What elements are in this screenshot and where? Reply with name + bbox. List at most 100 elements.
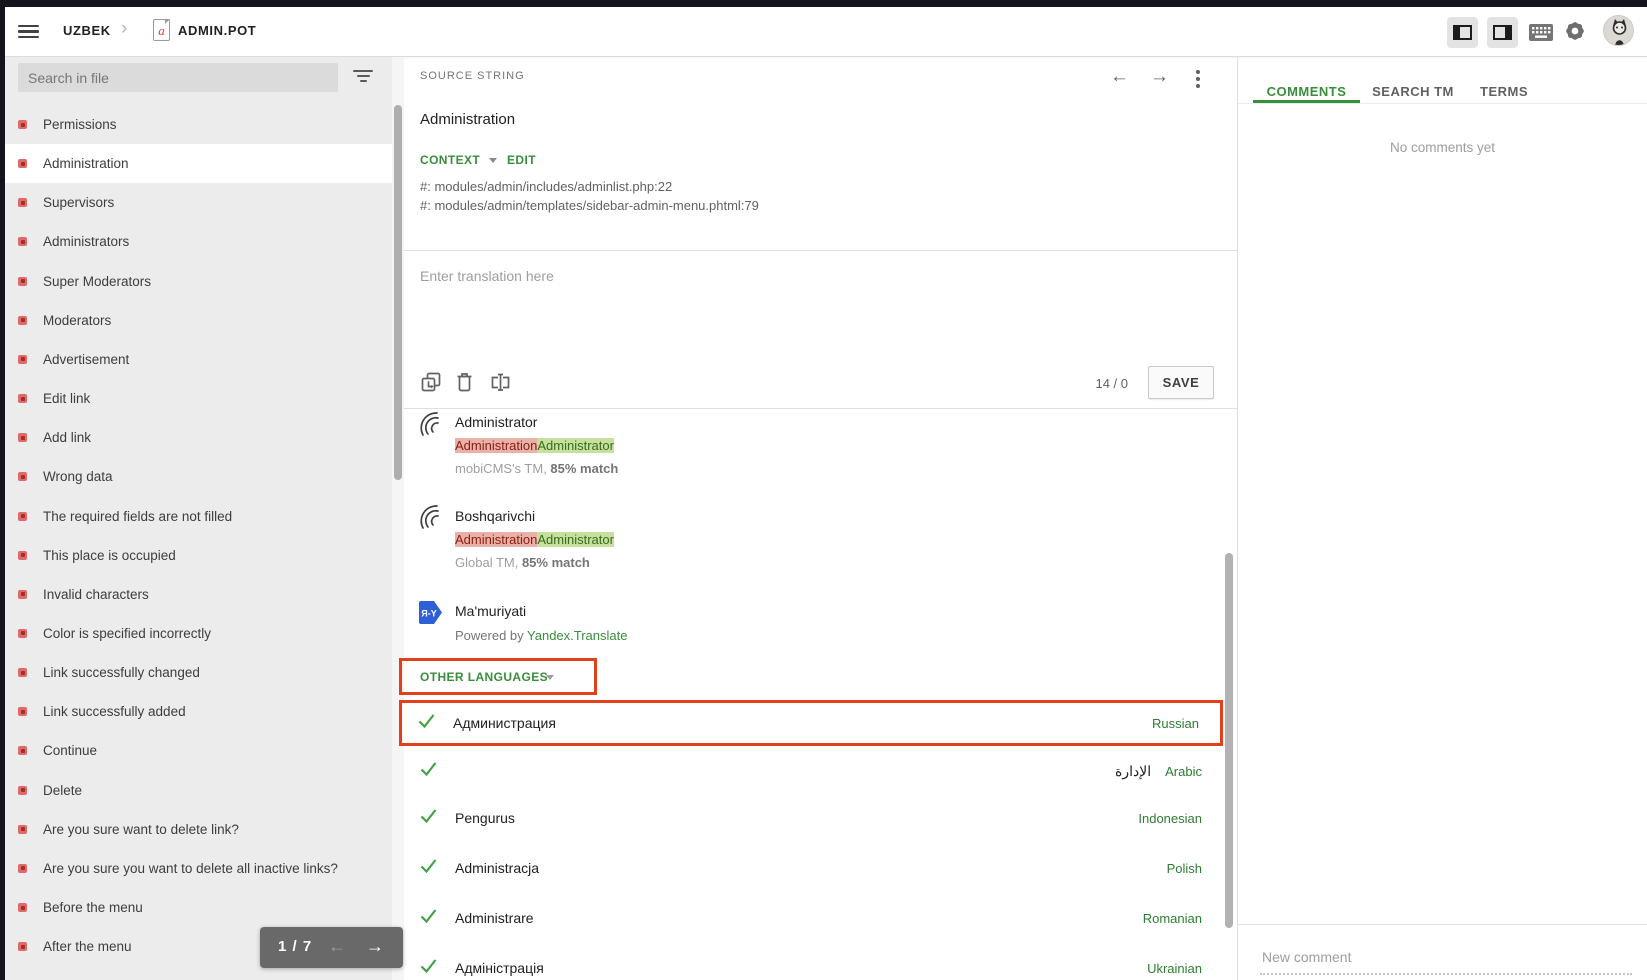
sidebar-item[interactable]: Moderators xyxy=(5,301,392,340)
untranslated-bullet-icon xyxy=(18,316,27,325)
sidebar-item-label: Before the menu xyxy=(43,900,143,915)
copy-source-icon[interactable] xyxy=(421,372,441,397)
source-string-text: Administration xyxy=(420,111,515,128)
edit-context-button[interactable]: EDIT xyxy=(507,153,536,167)
sidebar-item[interactable]: Advertisement xyxy=(5,340,392,379)
match-percent: 85% match xyxy=(550,461,618,476)
sidebar-item[interactable]: Supervisors xyxy=(5,183,392,222)
sidebar-item-label: Wrong data xyxy=(43,469,113,484)
tab-comments[interactable]: COMMENTS xyxy=(1253,84,1360,99)
sidebar-item-label: Administration xyxy=(43,156,129,171)
language-row[interactable]: AdministrareRomanian xyxy=(404,895,1223,941)
save-button[interactable]: SAVE xyxy=(1148,366,1214,399)
untranslated-bullet-icon xyxy=(18,512,27,521)
sidebar-item[interactable]: Color is specified incorrectly xyxy=(5,614,392,653)
user-avatar[interactable] xyxy=(1603,15,1634,46)
sidebar-item[interactable]: Are you sure want to delete link? xyxy=(5,810,392,849)
sidebar-item[interactable]: Wrong data xyxy=(5,457,392,496)
sidebar-scrollbar-thumb[interactable] xyxy=(394,105,402,480)
sidebar-item[interactable]: At the top of the page xyxy=(5,966,392,980)
editor-divider xyxy=(404,250,1237,251)
tab-terms[interactable]: TERMS xyxy=(1472,84,1536,99)
untranslated-bullet-icon xyxy=(18,433,27,442)
context-dropdown-icon[interactable] xyxy=(489,158,497,163)
keyboard-shortcuts-icon[interactable] xyxy=(1529,24,1553,46)
source-string-label: SOURCE STRING xyxy=(420,70,525,82)
sidebar-item[interactable]: Administrators xyxy=(5,222,392,261)
sidebar-item-label: Moderators xyxy=(43,313,111,328)
sidebar-item[interactable]: Link successfully changed xyxy=(5,653,392,692)
language-label: Indonesian xyxy=(1138,811,1202,826)
context-line: #: modules/admin/includes/adminlist.php:… xyxy=(420,179,672,194)
language-row[interactable]: الإدارةArabic xyxy=(404,748,1223,794)
approved-check-icon xyxy=(420,808,437,829)
toggle-left-panel-button[interactable] xyxy=(1447,17,1478,48)
sidebar-item[interactable]: The required fields are not filled xyxy=(5,497,392,536)
diff-removed: Administration xyxy=(455,532,537,547)
breadcrumb-project[interactable]: UZBEK xyxy=(63,23,111,38)
breadcrumb-chevron-icon: › xyxy=(121,18,127,40)
suggestions-scrollbar-thumb[interactable] xyxy=(1225,553,1233,928)
prev-page-arrow[interactable]: ← xyxy=(328,936,346,957)
untranslated-bullet-icon xyxy=(18,629,27,638)
language-row[interactable]: АдминистрацияRussian xyxy=(399,700,1223,746)
next-page-arrow[interactable]: → xyxy=(366,936,384,957)
diff-added: Administrator xyxy=(537,532,614,547)
tm-diff[interactable]: AdministrationAdministrator xyxy=(455,530,614,549)
sidebar-item[interactable]: Link successfully added xyxy=(5,692,392,731)
sidebar-item-label: Permissions xyxy=(43,117,117,132)
sidebar-item[interactable]: Invalid characters xyxy=(5,575,392,614)
filter-icon[interactable] xyxy=(352,70,374,83)
sidebar-item-label: Advertisement xyxy=(43,352,129,367)
sidebar-item-label: Super Moderators xyxy=(43,274,151,289)
menu-icon[interactable] xyxy=(18,25,39,38)
sidebar-item-label: The required fields are not filled xyxy=(43,509,232,524)
sidebar-item[interactable]: Are you sure you want to delete all inac… xyxy=(5,849,392,888)
clear-field-icon[interactable] xyxy=(490,372,511,397)
panel-left-icon xyxy=(1453,25,1472,40)
previous-string-arrow[interactable]: ← xyxy=(1110,66,1129,88)
toggle-right-panel-button[interactable] xyxy=(1487,17,1518,48)
sidebar-item[interactable]: Edit link xyxy=(5,379,392,418)
sidebar-item[interactable]: Administration xyxy=(5,144,392,183)
translation-text: Адміністрація xyxy=(455,960,1147,976)
sidebar-item-label: Supervisors xyxy=(43,195,114,210)
language-row[interactable]: АдміністраціяUkrainian xyxy=(404,945,1223,980)
tab-search-tm[interactable]: SEARCH TM xyxy=(1366,84,1460,99)
sidebar-item[interactable]: Super Moderators xyxy=(5,262,392,301)
next-string-arrow[interactable]: → xyxy=(1150,66,1169,88)
settings-gear-icon[interactable] xyxy=(1564,20,1586,47)
sidebar-item-label: Are you sure want to delete link? xyxy=(43,822,239,837)
svg-text:Я-Y: Я-Y xyxy=(421,609,436,619)
more-options-icon[interactable] xyxy=(1196,70,1200,91)
language-row[interactable]: PengurusIndonesian xyxy=(404,795,1223,841)
tm-diff[interactable]: AdministrationAdministrator xyxy=(455,436,614,455)
mt-suggestion-title[interactable]: Ma'muriyati xyxy=(455,603,526,619)
tm-suggestion-title[interactable]: Administrator xyxy=(455,414,537,430)
sidebar-item[interactable]: Continue xyxy=(5,731,392,770)
diff-removed: Administration xyxy=(455,438,537,453)
sidebar-item[interactable]: Permissions xyxy=(5,105,392,144)
delete-translation-icon[interactable] xyxy=(456,372,473,397)
sidebar-item[interactable]: Add link xyxy=(5,418,392,457)
search-input[interactable] xyxy=(18,63,338,92)
mt-provider-info: Powered by Yandex.Translate xyxy=(455,628,627,643)
new-comment-input[interactable] xyxy=(1260,941,1632,975)
sidebar-item-label: Continue xyxy=(43,743,97,758)
other-languages-toggle[interactable]: OTHER LANGUAGES xyxy=(420,670,548,684)
sidebar-item[interactable]: Delete xyxy=(5,771,392,810)
sidebar-item[interactable]: Before the menu xyxy=(5,888,392,927)
sidebar-item[interactable]: This place is occupied xyxy=(5,536,392,575)
untranslated-bullet-icon xyxy=(18,159,27,168)
untranslated-bullet-icon xyxy=(18,198,27,207)
approved-check-icon xyxy=(420,761,437,782)
context-toggle[interactable]: CONTEXT xyxy=(420,153,480,167)
yandex-translate-link[interactable]: Yandex.Translate xyxy=(527,628,627,643)
language-row[interactable]: AdministracjaPolish xyxy=(404,845,1223,891)
untranslated-bullet-icon xyxy=(18,864,27,873)
active-tab-underline xyxy=(1253,100,1360,103)
language-label: Romanian xyxy=(1143,911,1202,926)
translation-textarea[interactable] xyxy=(420,268,1160,358)
diff-added: Administrator xyxy=(537,438,614,453)
tm-suggestion-title[interactable]: Boshqarivchi xyxy=(455,508,535,524)
